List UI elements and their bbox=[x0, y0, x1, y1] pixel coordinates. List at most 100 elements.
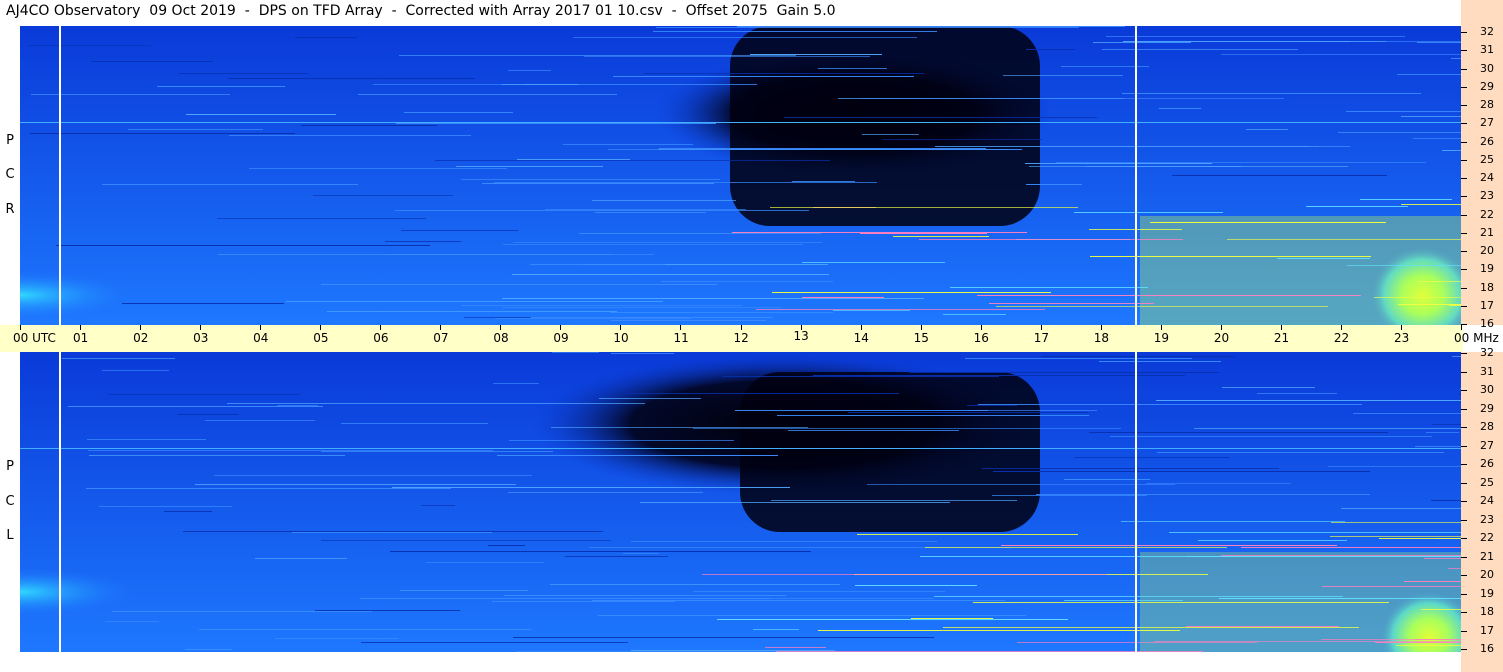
interference-line bbox=[461, 179, 720, 180]
interference-line bbox=[753, 629, 799, 630]
interference-line bbox=[613, 76, 914, 77]
interference-line bbox=[1172, 175, 1387, 176]
interference-line bbox=[563, 144, 693, 145]
hour-tick bbox=[1461, 325, 1462, 330]
interference-line bbox=[426, 562, 544, 563]
hour-label: 21 bbox=[1273, 331, 1290, 345]
hour-tick bbox=[981, 325, 982, 330]
interference-line bbox=[1306, 206, 1408, 207]
interference-line bbox=[508, 70, 551, 71]
hour-tick bbox=[1341, 325, 1342, 330]
interference-line bbox=[579, 233, 821, 234]
interference-line bbox=[982, 468, 1279, 469]
mhz-label: 17 bbox=[1480, 299, 1494, 312]
interference-line bbox=[229, 135, 471, 136]
mhz-label: 23 bbox=[1480, 189, 1494, 202]
interference-line bbox=[771, 500, 1017, 501]
hour-label: 12 bbox=[733, 331, 749, 345]
interference-line bbox=[702, 574, 1107, 575]
interference-line bbox=[321, 284, 717, 285]
interference-line bbox=[392, 487, 790, 488]
mhz-tick bbox=[1461, 50, 1467, 51]
interference-line bbox=[62, 358, 175, 359]
mhz-label: 21 bbox=[1480, 226, 1494, 239]
interference-line bbox=[1102, 49, 1298, 50]
interference-line bbox=[277, 405, 318, 406]
mhz-label: 24 bbox=[1480, 171, 1494, 184]
interference-line bbox=[1396, 645, 1461, 646]
hour-label: 08 bbox=[493, 331, 509, 345]
interference-line bbox=[911, 618, 993, 619]
interference-line bbox=[756, 309, 1045, 310]
hour-label: 00 MHz bbox=[1454, 331, 1499, 345]
mhz-tick bbox=[1461, 612, 1467, 613]
pol-label-bottom-2: C bbox=[5, 494, 15, 509]
interference-line bbox=[833, 310, 910, 311]
pol-label-bottom-3: P bbox=[6, 459, 14, 474]
hour-tick bbox=[20, 325, 21, 330]
spectrogram-lcp bbox=[20, 352, 1461, 652]
interference-line bbox=[1074, 212, 1223, 213]
interference-line bbox=[989, 303, 1154, 304]
interference-line bbox=[1449, 305, 1461, 306]
interference-line bbox=[1277, 258, 1370, 259]
interference-line bbox=[656, 27, 1079, 28]
interference-line bbox=[661, 281, 833, 282]
hour-tick bbox=[560, 325, 561, 330]
interference-line bbox=[295, 37, 357, 38]
interference-line bbox=[1347, 265, 1461, 266]
hour-tick bbox=[380, 325, 381, 330]
interference-line bbox=[286, 301, 663, 302]
interference-line bbox=[1026, 49, 1075, 50]
interference-line bbox=[592, 600, 1005, 601]
interference-line bbox=[112, 611, 372, 612]
separator-line-left-bottom bbox=[59, 352, 61, 652]
hour-tick bbox=[741, 325, 742, 330]
interference-line bbox=[1186, 626, 1339, 627]
interference-line bbox=[1110, 436, 1432, 437]
mhz-label: 24 bbox=[1480, 494, 1494, 507]
interference-line bbox=[327, 311, 617, 312]
interference-line bbox=[1194, 428, 1461, 429]
hour-tick bbox=[1281, 325, 1282, 330]
interference-line bbox=[1424, 558, 1461, 559]
mhz-tick bbox=[1461, 575, 1467, 576]
interference-line bbox=[723, 376, 999, 377]
hour-tick bbox=[680, 325, 681, 330]
spectrogram-lcp-image bbox=[20, 352, 1461, 652]
interference-line bbox=[776, 651, 1203, 652]
mhz-tick bbox=[1461, 594, 1467, 595]
interference-line bbox=[292, 532, 492, 533]
interference-line bbox=[508, 492, 703, 493]
interference-line bbox=[530, 264, 665, 265]
hour-label: 10 bbox=[613, 331, 629, 345]
mhz-label: 25 bbox=[1480, 153, 1494, 166]
mhz-label: 17 bbox=[1480, 624, 1494, 637]
interference-line bbox=[1221, 555, 1461, 556]
mhz-tick bbox=[1461, 123, 1467, 124]
interference-line bbox=[108, 394, 300, 395]
interference-line bbox=[1330, 536, 1461, 537]
interference-line bbox=[301, 125, 437, 126]
mhz-tick bbox=[1461, 427, 1467, 428]
interference-line bbox=[102, 370, 169, 371]
interference-line bbox=[573, 37, 917, 38]
mhz-tick bbox=[1461, 483, 1467, 484]
hour-tick bbox=[620, 325, 621, 330]
interference-line bbox=[502, 307, 781, 308]
interference-line bbox=[400, 590, 528, 591]
interference-line bbox=[855, 585, 977, 586]
mhz-label: 19 bbox=[1480, 262, 1494, 275]
hour-tick bbox=[921, 325, 922, 330]
hour-label: 02 bbox=[133, 331, 149, 345]
interference-line bbox=[1156, 400, 1461, 401]
separator-line-right-bottom bbox=[1135, 352, 1137, 652]
interference-line bbox=[818, 630, 1180, 631]
interference-line bbox=[626, 393, 899, 394]
interference-line bbox=[909, 372, 1219, 373]
mhz-tick bbox=[1461, 557, 1467, 558]
hour-tick bbox=[801, 325, 802, 330]
mhz-label: 16 bbox=[1480, 642, 1494, 655]
interference-line bbox=[867, 484, 1175, 485]
interference-line bbox=[228, 78, 475, 79]
